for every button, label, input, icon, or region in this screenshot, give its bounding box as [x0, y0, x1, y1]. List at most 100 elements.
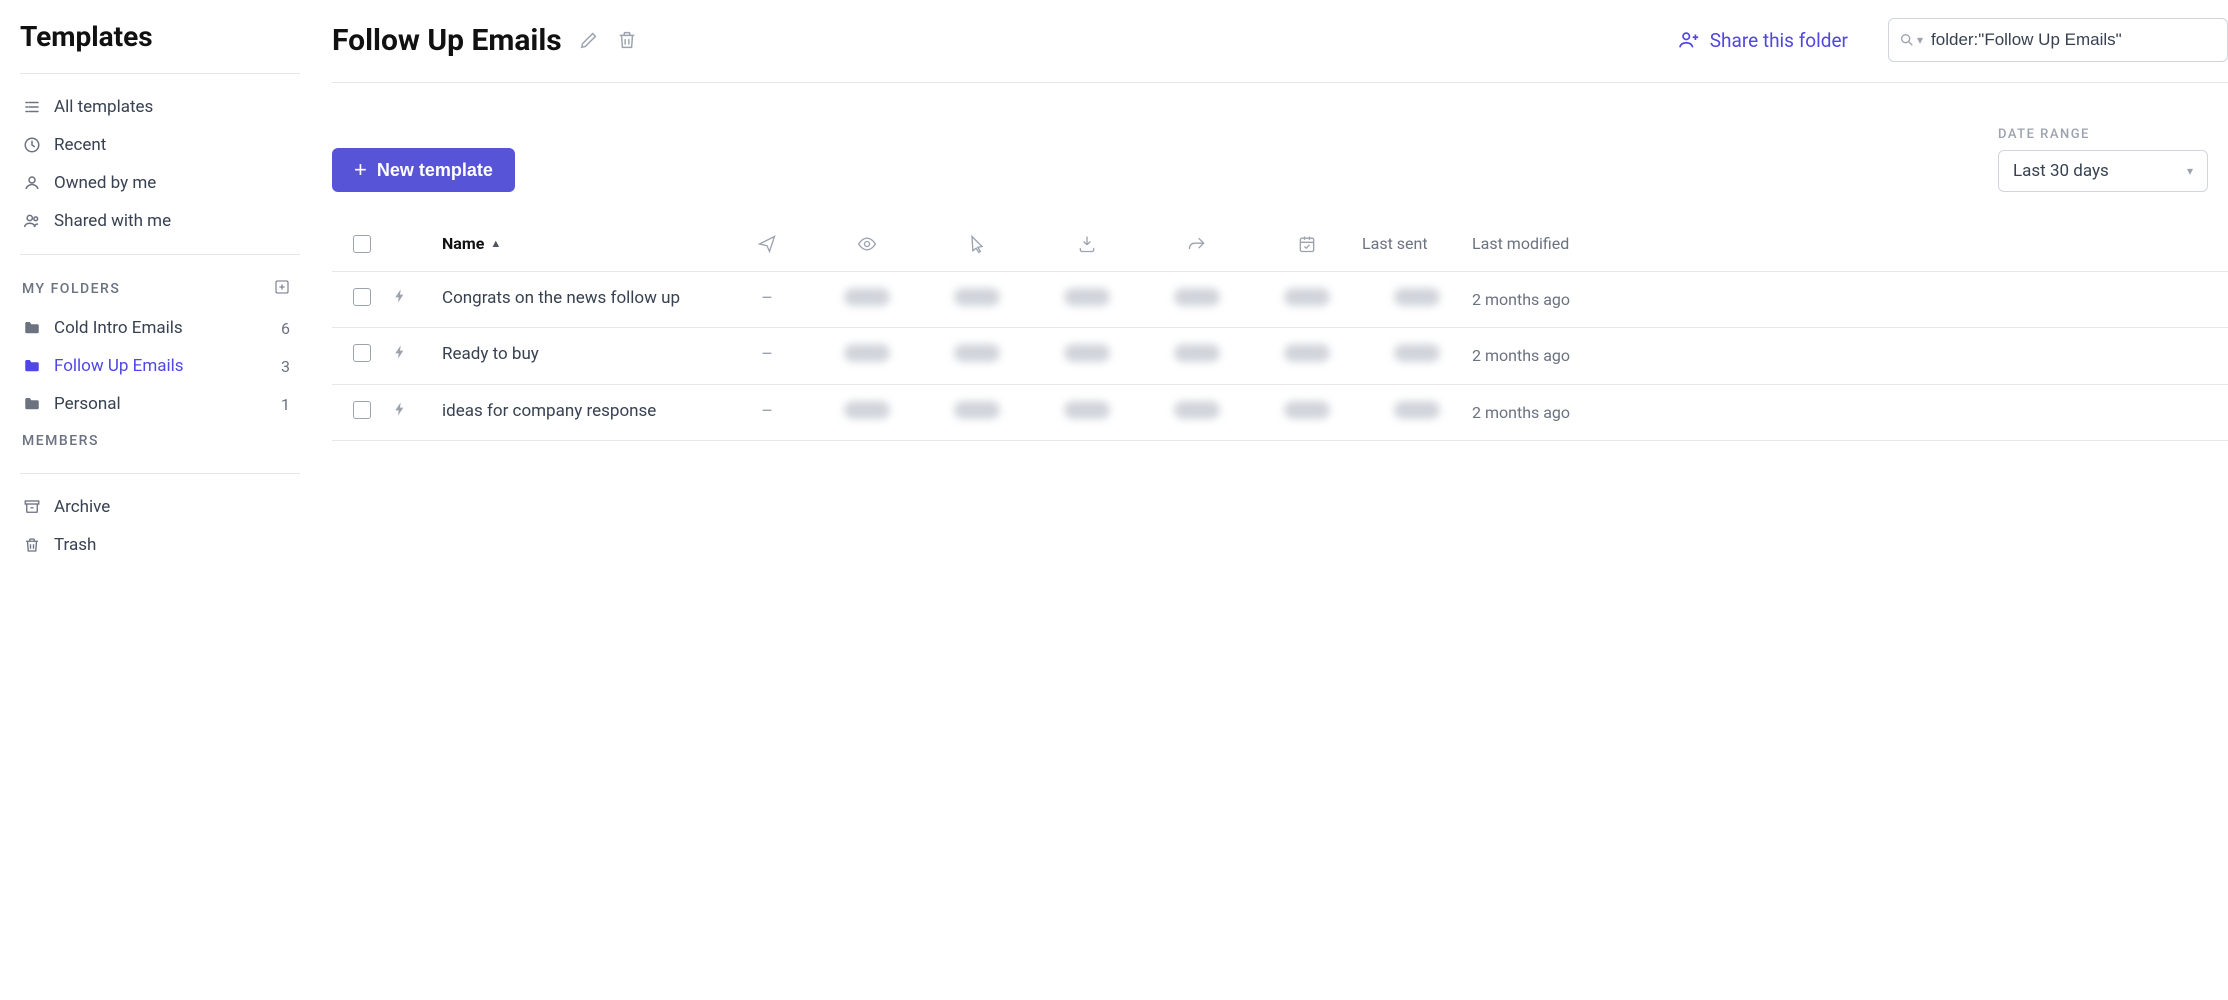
- sidebar-item-label: All templates: [54, 97, 153, 117]
- table-row[interactable]: Ready to buy – 2 months ago: [332, 328, 2228, 384]
- add-folder-icon[interactable]: [274, 279, 290, 299]
- column-downloads-icon[interactable]: [1032, 234, 1142, 254]
- folder-cold-intro-emails[interactable]: Cold Intro Emails 6: [20, 309, 300, 347]
- blurred-value: [1284, 344, 1330, 362]
- search-input[interactable]: [1931, 30, 2217, 50]
- new-template-label: New template: [377, 160, 493, 181]
- toolbar: + New template DATE RANGE Last 30 days ▾: [332, 83, 2228, 216]
- sidebar-item-label: Shared with me: [54, 211, 171, 231]
- plus-icon: +: [354, 159, 367, 181]
- folder-follow-up-emails[interactable]: Follow Up Emails 3: [20, 347, 300, 385]
- blurred-value: [844, 344, 890, 362]
- table-row[interactable]: ideas for company response – 2 months ag…: [332, 385, 2228, 441]
- folder-count: 6: [281, 319, 290, 338]
- search-box[interactable]: ▾: [1888, 18, 2228, 62]
- new-template-button[interactable]: + New template: [332, 148, 515, 192]
- column-last-sent[interactable]: Last sent: [1362, 232, 1472, 255]
- sidebar-nav: All templates Recent Owned by me Shared …: [20, 88, 300, 240]
- trash-icon[interactable]: [616, 29, 638, 51]
- sidebar-item-label: Owned by me: [54, 173, 156, 193]
- share-folder-link[interactable]: Share this folder: [1678, 29, 1848, 52]
- folder-personal[interactable]: Personal 1: [20, 385, 300, 423]
- blurred-value: [1064, 344, 1110, 362]
- column-last-modified[interactable]: Last modified: [1472, 232, 1572, 255]
- clock-icon: [22, 135, 42, 155]
- sidebar-item-all-templates[interactable]: All templates: [20, 88, 300, 126]
- last-modified: 2 months ago: [1472, 344, 1572, 367]
- folder-label: Follow Up Emails: [54, 356, 184, 376]
- date-range-value: Last 30 days: [2013, 161, 2109, 181]
- row-checkbox[interactable]: [353, 288, 371, 306]
- divider: [20, 73, 300, 74]
- column-clicks-icon[interactable]: [922, 234, 1032, 254]
- template-name[interactable]: Ready to buy: [442, 344, 722, 364]
- blurred-value: [1394, 344, 1440, 362]
- sidebar-item-label: Trash: [54, 535, 96, 555]
- folder-count: 1: [281, 395, 290, 414]
- divider: [20, 473, 300, 474]
- last-modified: 2 months ago: [1472, 401, 1572, 424]
- sidebar-item-shared-with-me[interactable]: Shared with me: [20, 202, 300, 240]
- blurred-value: [1064, 401, 1110, 419]
- sent-value: –: [722, 288, 812, 309]
- page-title: Follow Up Emails: [332, 23, 562, 58]
- blurred-value: [1284, 288, 1330, 306]
- sidebar: Templates All templates Recent Owned by …: [0, 0, 300, 1000]
- list-icon: [22, 97, 42, 117]
- template-name[interactable]: Congrats on the news follow up: [442, 288, 722, 308]
- blurred-value: [1394, 401, 1440, 419]
- sidebar-item-owned-by-me[interactable]: Owned by me: [20, 164, 300, 202]
- sidebar-item-label: Archive: [54, 497, 110, 517]
- divider: [20, 254, 300, 255]
- blurred-value: [1394, 288, 1440, 306]
- search-icon[interactable]: ▾: [1899, 32, 1923, 48]
- section-heading-label: MEMBERS: [22, 433, 99, 449]
- date-range-label: DATE RANGE: [1998, 127, 2208, 142]
- share-folder-label: Share this folder: [1710, 29, 1848, 52]
- table-header: Name ▲: [332, 216, 2228, 272]
- sent-value: –: [722, 344, 812, 365]
- row-checkbox[interactable]: [353, 401, 371, 419]
- user-icon: [22, 173, 42, 193]
- bolt-icon: [392, 401, 442, 421]
- blurred-value: [1284, 401, 1330, 419]
- folder-count: 3: [281, 357, 290, 376]
- blurred-value: [1174, 288, 1220, 306]
- folders-list: Cold Intro Emails 6 Follow Up Emails 3 P…: [20, 309, 300, 423]
- sidebar-item-trash[interactable]: Trash: [20, 526, 300, 564]
- edit-icon[interactable]: [578, 29, 600, 51]
- sort-asc-icon: ▲: [490, 237, 501, 250]
- sidebar-title: Templates: [20, 20, 300, 53]
- date-range-select[interactable]: Last 30 days ▾: [1998, 150, 2208, 192]
- folder-icon: [22, 356, 42, 376]
- members-heading: MEMBERS: [20, 423, 300, 459]
- sidebar-item-recent[interactable]: Recent: [20, 126, 300, 164]
- sidebar-bottom: Archive Trash: [20, 488, 300, 564]
- column-replies-icon[interactable]: [1142, 234, 1252, 254]
- folder-icon: [22, 318, 42, 338]
- column-scheduled-icon[interactable]: [1252, 234, 1362, 254]
- template-name[interactable]: ideas for company response: [442, 401, 722, 421]
- sidebar-item-archive[interactable]: Archive: [20, 488, 300, 526]
- bolt-icon: [392, 344, 442, 364]
- folder-label: Personal: [54, 394, 121, 414]
- column-opens-icon[interactable]: [812, 234, 922, 254]
- table-row[interactable]: Congrats on the news follow up – 2 month…: [332, 272, 2228, 328]
- blurred-value: [1174, 401, 1220, 419]
- caret-down-icon: ▾: [1917, 33, 1923, 47]
- caret-down-icon: ▾: [2187, 164, 2193, 178]
- select-all-checkbox[interactable]: [353, 235, 371, 253]
- my-folders-heading: MY FOLDERS: [20, 269, 300, 309]
- trash-icon: [22, 535, 42, 555]
- blurred-value: [844, 401, 890, 419]
- blurred-value: [1174, 344, 1220, 362]
- date-range-filter: DATE RANGE Last 30 days ▾: [1998, 127, 2208, 192]
- blurred-value: [954, 288, 1000, 306]
- sidebar-item-label: Recent: [54, 135, 106, 155]
- bolt-icon: [392, 288, 442, 308]
- blurred-value: [844, 288, 890, 306]
- column-name[interactable]: Name ▲: [442, 234, 722, 253]
- row-checkbox[interactable]: [353, 344, 371, 362]
- column-sent-icon[interactable]: [722, 234, 812, 254]
- blurred-value: [954, 401, 1000, 419]
